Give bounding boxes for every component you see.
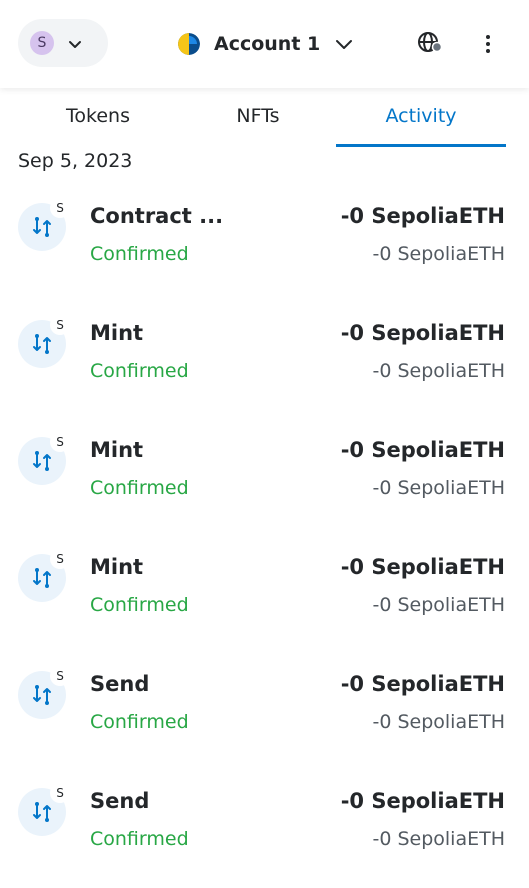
account-name: Account 1	[214, 33, 321, 55]
account-menu-button[interactable]: Account 1	[178, 26, 354, 62]
network-badge: S	[50, 783, 70, 803]
network-badge: S	[50, 315, 70, 335]
activity-amount: -0 SepoliaETH	[340, 555, 505, 579]
activity-list-item[interactable]: S Mint Confirmed -0 SepoliaETH -0 SepoliaETH	[0, 303, 529, 420]
network-picker-button[interactable]: S	[18, 19, 108, 67]
activity-secondary-amount: -0 SepoliaETH	[372, 243, 505, 265]
activity-amount: -0 SepoliaETH	[340, 789, 505, 813]
activity-secondary-amount: -0 SepoliaETH	[372, 711, 505, 733]
activity-date-heading: Sep 5, 2023	[18, 150, 133, 172]
activity-list-item[interactable]: S Mint Confirmed -0 SepoliaETH -0 SepoliaETH	[0, 420, 529, 537]
activity-amount: -0 SepoliaETH	[340, 672, 505, 696]
activity-amount: -0 SepoliaETH	[340, 438, 505, 462]
network-badge: S	[50, 198, 70, 218]
activity-secondary-amount: -0 SepoliaETH	[372, 477, 505, 499]
activity-list: S Contract ... Confirmed -0 SepoliaETH -0 Se…	[0, 186, 529, 888]
tab-activity[interactable]: Activity	[336, 92, 506, 147]
activity-status: Confirmed	[90, 828, 189, 850]
activity-title: Send	[90, 672, 150, 696]
activity-title: Mint	[90, 555, 144, 579]
activity-title: Mint	[90, 321, 144, 345]
activity-secondary-amount: -0 SepoliaETH	[372, 594, 505, 616]
network-badge: S	[50, 432, 70, 452]
tabs-bar: Tokens NFTs Activity	[18, 92, 508, 147]
activity-list-item[interactable]: S Send Confirmed -0 SepoliaETH -0 SepoliaETH	[0, 771, 529, 888]
app-header: S Account 1	[0, 0, 529, 88]
network-badge: S	[50, 549, 70, 569]
chevron-down-icon	[69, 41, 81, 48]
network-badge: S	[50, 666, 70, 686]
activity-amount: -0 SepoliaETH	[340, 321, 505, 345]
activity-title: Contract ...	[90, 204, 224, 228]
activity-amount: -0 SepoliaETH	[340, 204, 505, 228]
activity-status: Confirmed	[90, 711, 189, 733]
account-avatar-icon	[178, 33, 200, 55]
activity-list-item[interactable]: S Contract ... Confirmed -0 SepoliaETH -0 Se…	[0, 186, 529, 303]
network-avatar: S	[30, 31, 54, 55]
connected-sites-globe-icon[interactable]	[416, 30, 444, 58]
tab-tokens[interactable]: Tokens	[18, 92, 178, 144]
activity-secondary-amount: -0 SepoliaETH	[372, 828, 505, 850]
more-options-icon[interactable]	[478, 30, 498, 58]
activity-status: Confirmed	[90, 243, 189, 265]
activity-status: Confirmed	[90, 594, 189, 616]
tab-nfts[interactable]: NFTs	[178, 92, 338, 144]
activity-status: Confirmed	[90, 360, 189, 382]
activity-status: Confirmed	[90, 477, 189, 499]
activity-title: Mint	[90, 438, 144, 462]
activity-title: Send	[90, 789, 150, 813]
chevron-down-icon	[336, 40, 353, 49]
activity-list-item[interactable]: S Mint Confirmed -0 SepoliaETH -0 SepoliaETH	[0, 537, 529, 654]
activity-secondary-amount: -0 SepoliaETH	[372, 360, 505, 382]
activity-list-item[interactable]: S Send Confirmed -0 SepoliaETH -0 SepoliaETH	[0, 654, 529, 771]
